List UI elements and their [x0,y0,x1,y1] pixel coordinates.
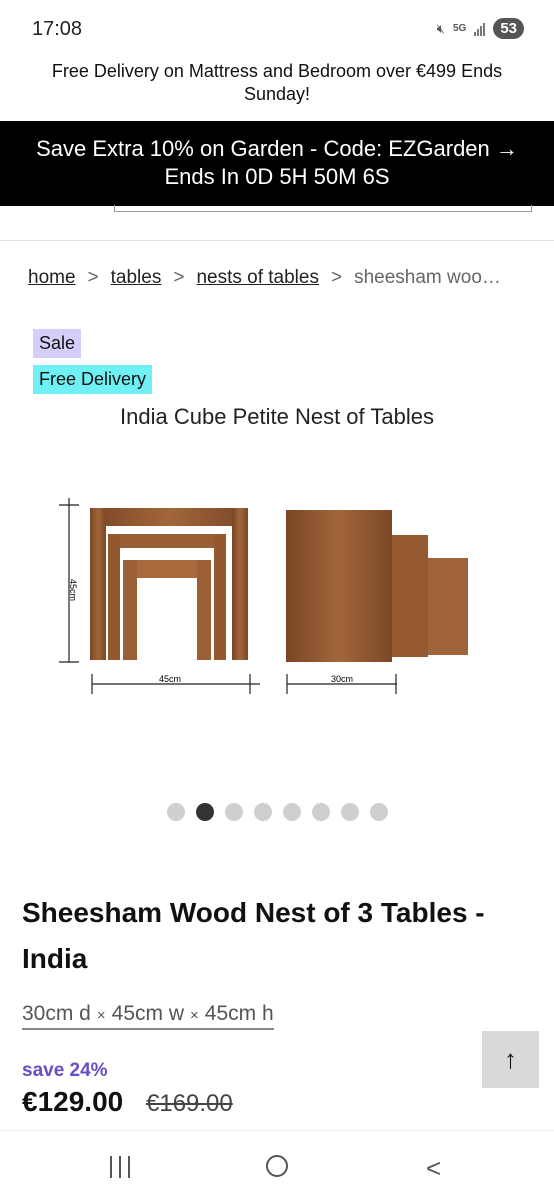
breadcrumb-tables[interactable]: tables [111,267,162,288]
side-view-tables [286,510,468,662]
front-view-tables [90,508,248,660]
carousel-dot[interactable] [283,803,301,821]
product-image[interactable]: 45cm 45cm 30cm [50,490,480,700]
current-price: €129.00 [22,1086,124,1117]
carousel-dot[interactable] [167,803,185,821]
carousel-dot[interactable] [341,803,359,821]
depth-label: 30cm [331,674,353,684]
home-icon[interactable] [266,1155,288,1177]
breadcrumb-nests-of-tables[interactable]: nests of tables [196,267,319,288]
carousel-dot[interactable] [370,803,388,821]
arrow-up-icon: ↑ [504,1044,517,1074]
carousel-dots [167,803,388,821]
status-bar: 17:08 🔇︎ 5G 53 [0,0,554,58]
breadcrumb-separator: > [173,267,185,288]
network-type: 5G [452,23,467,34]
header-divider [0,240,554,241]
carousel-dot[interactable] [225,803,243,821]
banner-countdown: Ends In 0D 5H 50M 6S [164,164,390,189]
recents-icon[interactable] [110,1156,130,1178]
free-delivery-badge: Free Delivery [33,365,153,394]
dimension-height: 45cm h [204,1002,274,1025]
search-field-edge[interactable] [114,205,532,212]
height-label: 45cm [68,579,78,601]
dimension-width: 45cm w [111,1002,184,1025]
signal-icon [474,22,486,36]
breadcrumb-home[interactable]: home [28,267,76,288]
was-price: €169.00 [146,1090,233,1117]
width-label: 45cm [159,674,181,684]
mute-icon: 🔇︎ [436,20,445,36]
dimension-separator: × [96,1007,106,1024]
breadcrumb-separator: > [87,267,99,288]
breadcrumb-separator: > [330,267,343,288]
garden-promo-banner[interactable]: Save Extra 10% on Garden - Code: EZGarde… [0,121,554,206]
scroll-to-top-button[interactable]: ↑ [482,1031,539,1088]
dimension-separator: × [190,1007,199,1024]
dimension-depth: 30cm d [22,1002,91,1025]
carousel-dot[interactable] [254,803,272,821]
carousel-dot[interactable] [196,803,214,821]
banner-line-1: Save Extra 10% on Garden - Code: EZGarde… [36,136,518,161]
product-image-title: India Cube Petite Nest of Tables [120,404,434,429]
system-navigation-bar: < [0,1130,554,1201]
product-dimensions[interactable]: 30cm d × 45cm w × 45cm h [22,1002,274,1030]
carousel-dot[interactable] [312,803,330,821]
status-time: 17:08 [32,18,83,40]
promo-message[interactable]: Free Delivery on Mattress and Bedroom ov… [20,60,534,106]
back-icon[interactable]: < [426,1153,441,1184]
product-title: Sheesham Wood Nest of 3 Tables - India [22,897,485,974]
status-icons: 🔇︎ 5G 53 [437,18,524,39]
battery-indicator: 53 [493,18,524,39]
sale-badge: Sale [33,329,82,358]
save-percentage: save 24% [22,1060,108,1081]
breadcrumb: home > tables > nests of tables > sheesham woo… [28,267,528,289]
breadcrumb-current: sheesham woo… [354,267,501,288]
